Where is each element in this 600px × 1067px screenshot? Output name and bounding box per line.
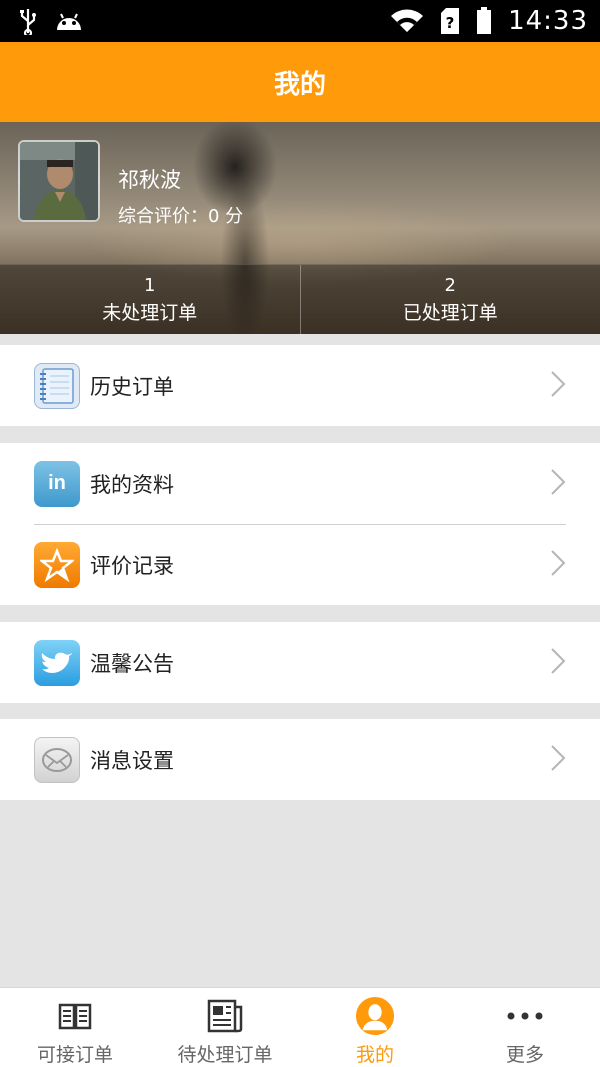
user-rating: 综合评价：0 分 bbox=[118, 206, 244, 227]
open-book-icon bbox=[55, 996, 95, 1036]
battery-icon bbox=[476, 7, 492, 35]
menu-group-notice: 温馨公告 bbox=[0, 622, 600, 703]
order-stats: 1 未处理订单 2 已处理订单 bbox=[0, 264, 600, 334]
menu-label: 评价记录 bbox=[90, 553, 174, 578]
usb-icon bbox=[18, 7, 38, 35]
notebook-icon bbox=[34, 362, 80, 409]
mail-icon bbox=[34, 736, 80, 783]
chevron-right-icon bbox=[550, 370, 566, 402]
stat-count: 1 bbox=[144, 274, 156, 296]
profile-banner: 祁秋波 综合评价：0 分 1 未处理订单 2 已处理订单 bbox=[0, 122, 600, 334]
bottom-nav: 可接订单 待处理订单 我的 更多 bbox=[0, 987, 600, 1067]
svg-text:?: ? bbox=[446, 14, 455, 32]
linkedin-icon: in bbox=[34, 460, 80, 507]
more-dots-icon bbox=[505, 996, 545, 1036]
star-icon bbox=[34, 541, 80, 588]
nav-item-mine[interactable]: 我的 bbox=[300, 988, 450, 1067]
chevron-right-icon bbox=[550, 647, 566, 679]
menu-group-history: 历史订单 bbox=[0, 345, 600, 426]
status-left bbox=[18, 7, 84, 35]
wifi-icon bbox=[390, 8, 424, 34]
menu-label: 历史订单 bbox=[90, 374, 174, 399]
user-name: 祁秋波 bbox=[118, 168, 181, 192]
bird-icon bbox=[34, 639, 80, 686]
menu-item-history-orders[interactable]: 历史订单 bbox=[0, 345, 600, 426]
chevron-right-icon bbox=[550, 468, 566, 500]
android-icon bbox=[54, 10, 84, 32]
menu-item-notice[interactable]: 温馨公告 bbox=[0, 622, 600, 703]
stat-label: 已处理订单 bbox=[402, 301, 498, 324]
status-bar: ? 14:33 bbox=[0, 0, 600, 42]
menu-group-profile: in 我的资料 评价记录 bbox=[0, 443, 600, 605]
processed-orders-stat[interactable]: 2 已处理订单 bbox=[299, 265, 600, 334]
user-icon bbox=[355, 996, 395, 1036]
stat-label: 未处理订单 bbox=[102, 301, 198, 324]
newspaper-icon bbox=[205, 996, 245, 1036]
menu-label: 消息设置 bbox=[90, 748, 174, 773]
menu-item-review-records[interactable]: 评价记录 bbox=[0, 524, 600, 605]
nav-label: 更多 bbox=[505, 1044, 544, 1066]
chevron-right-icon bbox=[550, 549, 566, 581]
sim-unknown-icon: ? bbox=[440, 7, 460, 35]
menu-group-settings: 消息设置 bbox=[0, 719, 600, 800]
nav-label: 我的 bbox=[355, 1044, 394, 1066]
menu-item-message-settings[interactable]: 消息设置 bbox=[0, 719, 600, 800]
menu-label: 我的资料 bbox=[90, 472, 174, 497]
page-title: 我的 bbox=[273, 69, 326, 100]
nav-item-pending-orders[interactable]: 待处理订单 bbox=[150, 988, 300, 1067]
status-right: ? 14:33 bbox=[390, 6, 588, 36]
unprocessed-orders-stat[interactable]: 1 未处理订单 bbox=[0, 265, 300, 334]
nav-item-more[interactable]: 更多 bbox=[450, 988, 600, 1067]
chevron-right-icon bbox=[550, 744, 566, 776]
stat-count: 2 bbox=[444, 274, 456, 296]
menu-label: 温馨公告 bbox=[90, 651, 174, 676]
nav-item-available-orders[interactable]: 可接订单 bbox=[0, 988, 150, 1067]
nav-label: 可接订单 bbox=[36, 1044, 113, 1066]
avatar[interactable] bbox=[18, 140, 100, 222]
menu-item-my-profile[interactable]: in 我的资料 bbox=[0, 443, 600, 524]
app-header: 我的 bbox=[0, 42, 600, 122]
status-time: 14:33 bbox=[508, 6, 588, 36]
nav-label: 待处理订单 bbox=[177, 1044, 273, 1066]
